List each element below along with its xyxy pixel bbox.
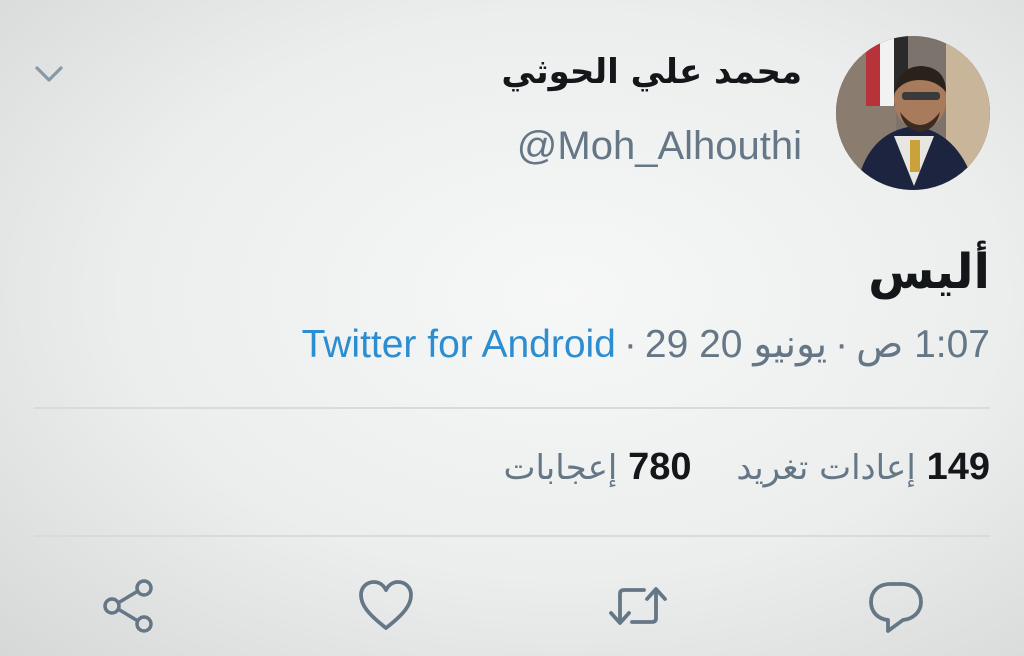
- tweet-time: 1:07 ص: [856, 323, 990, 366]
- meta-separator: ·: [623, 323, 637, 366]
- retweets-count: 149: [926, 446, 990, 488]
- share-icon[interactable]: [100, 576, 160, 636]
- retweets-label: إعادات تغريد: [736, 448, 916, 488]
- chevron-down-icon[interactable]: [32, 62, 66, 86]
- heart-icon[interactable]: [356, 576, 416, 636]
- retweet-icon[interactable]: [608, 576, 668, 636]
- likes-stat[interactable]: 780 إعجابات: [503, 446, 691, 489]
- reply-icon[interactable]: [866, 576, 926, 636]
- likes-count: 780: [628, 446, 692, 488]
- meta-separator: ·: [835, 323, 849, 366]
- divider: [34, 535, 990, 537]
- avatar[interactable]: [836, 36, 990, 190]
- likes-label: إعجابات: [503, 448, 618, 488]
- tweet-text: أليس: [868, 244, 990, 300]
- tweet-meta: Twitter for Android · 29 يونيو 20 · 1:07 ص: [302, 322, 990, 367]
- retweets-stat[interactable]: 149 إعادات تغريد: [736, 446, 990, 489]
- username-handle[interactable]: @Moh_Alhouthi: [517, 124, 802, 169]
- tweet-date: 29 يونيو 20: [644, 323, 828, 366]
- divider: [34, 407, 990, 409]
- tweet-detail: محمد علي الحوثي @Moh_Alhouthi أليس Twitt…: [0, 0, 1024, 656]
- tweet-source-link[interactable]: Twitter for Android: [302, 323, 616, 366]
- avatar-image: [836, 36, 990, 190]
- display-name[interactable]: محمد علي الحوثي: [501, 52, 802, 92]
- tweet-stats: 149 إعادات تغريد 780 إعجابات: [469, 446, 990, 489]
